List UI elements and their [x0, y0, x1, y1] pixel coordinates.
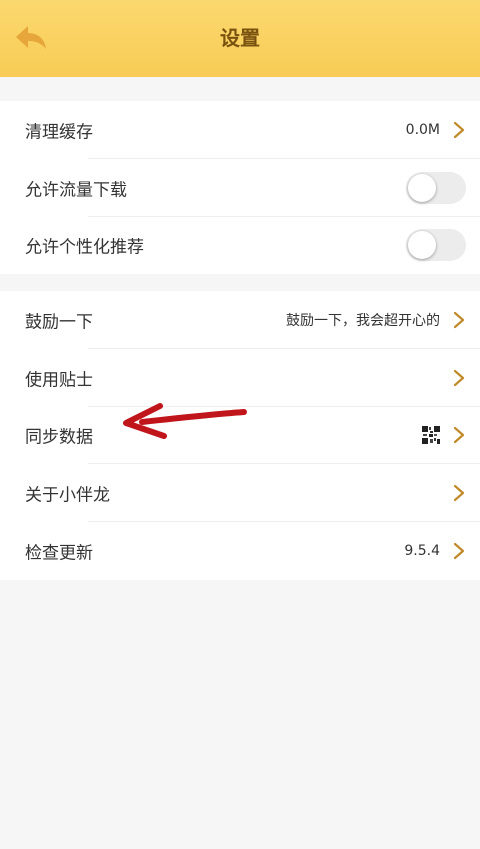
sync-data-label: 同步数据 — [25, 427, 93, 448]
page-title: 设置 — [220, 26, 260, 50]
check-update-row[interactable]: 检查更新 9.5.4 — [0, 522, 480, 580]
check-update-label: 检查更新 — [25, 543, 93, 564]
personalized-recommend-label: 允许个性化推荐 — [25, 237, 144, 258]
tips-label: 使用贴士 — [25, 370, 93, 391]
about-label: 关于小伴龙 — [25, 485, 110, 506]
cache-size-value: 0.0M — [405, 122, 440, 138]
tips-row[interactable]: 使用贴士 — [0, 349, 480, 407]
chevron-right-icon — [453, 369, 465, 387]
settings-section-general: 清理缓存 0.0M 允许流量下载 允许个性化推荐 — [0, 101, 480, 274]
encourage-row[interactable]: 鼓励一下 鼓励一下，我会超开心的 — [0, 291, 480, 349]
clear-cache-row[interactable]: 清理缓存 0.0M — [0, 101, 480, 159]
version-value: 9.5.4 — [404, 543, 440, 559]
toggle-knob — [408, 231, 436, 259]
allow-data-download-row: 允许流量下载 — [0, 159, 480, 217]
qr-code-icon — [422, 426, 440, 444]
toggle-knob — [408, 174, 436, 202]
encourage-hint: 鼓励一下，我会超开心的 — [286, 313, 440, 329]
encourage-label: 鼓励一下 — [25, 312, 93, 333]
allow-data-download-label: 允许流量下载 — [25, 180, 127, 201]
personalized-recommend-row: 允许个性化推荐 — [0, 216, 480, 274]
personalized-recommend-toggle[interactable] — [406, 229, 466, 261]
clear-cache-label: 清理缓存 — [25, 122, 93, 143]
sync-data-row[interactable]: 同步数据 — [0, 406, 480, 464]
header-bar: 设置 — [0, 0, 480, 77]
chevron-right-icon — [453, 426, 465, 444]
chevron-right-icon — [453, 484, 465, 502]
about-row[interactable]: 关于小伴龙 — [0, 464, 480, 522]
settings-section-about: 鼓励一下 鼓励一下，我会超开心的 使用贴士 同步数据 关于小伴龙 检查更新 9.… — [0, 291, 480, 580]
chevron-right-icon — [453, 121, 465, 139]
chevron-right-icon — [453, 311, 465, 329]
chevron-right-icon — [453, 542, 465, 560]
allow-data-download-toggle[interactable] — [406, 172, 466, 204]
